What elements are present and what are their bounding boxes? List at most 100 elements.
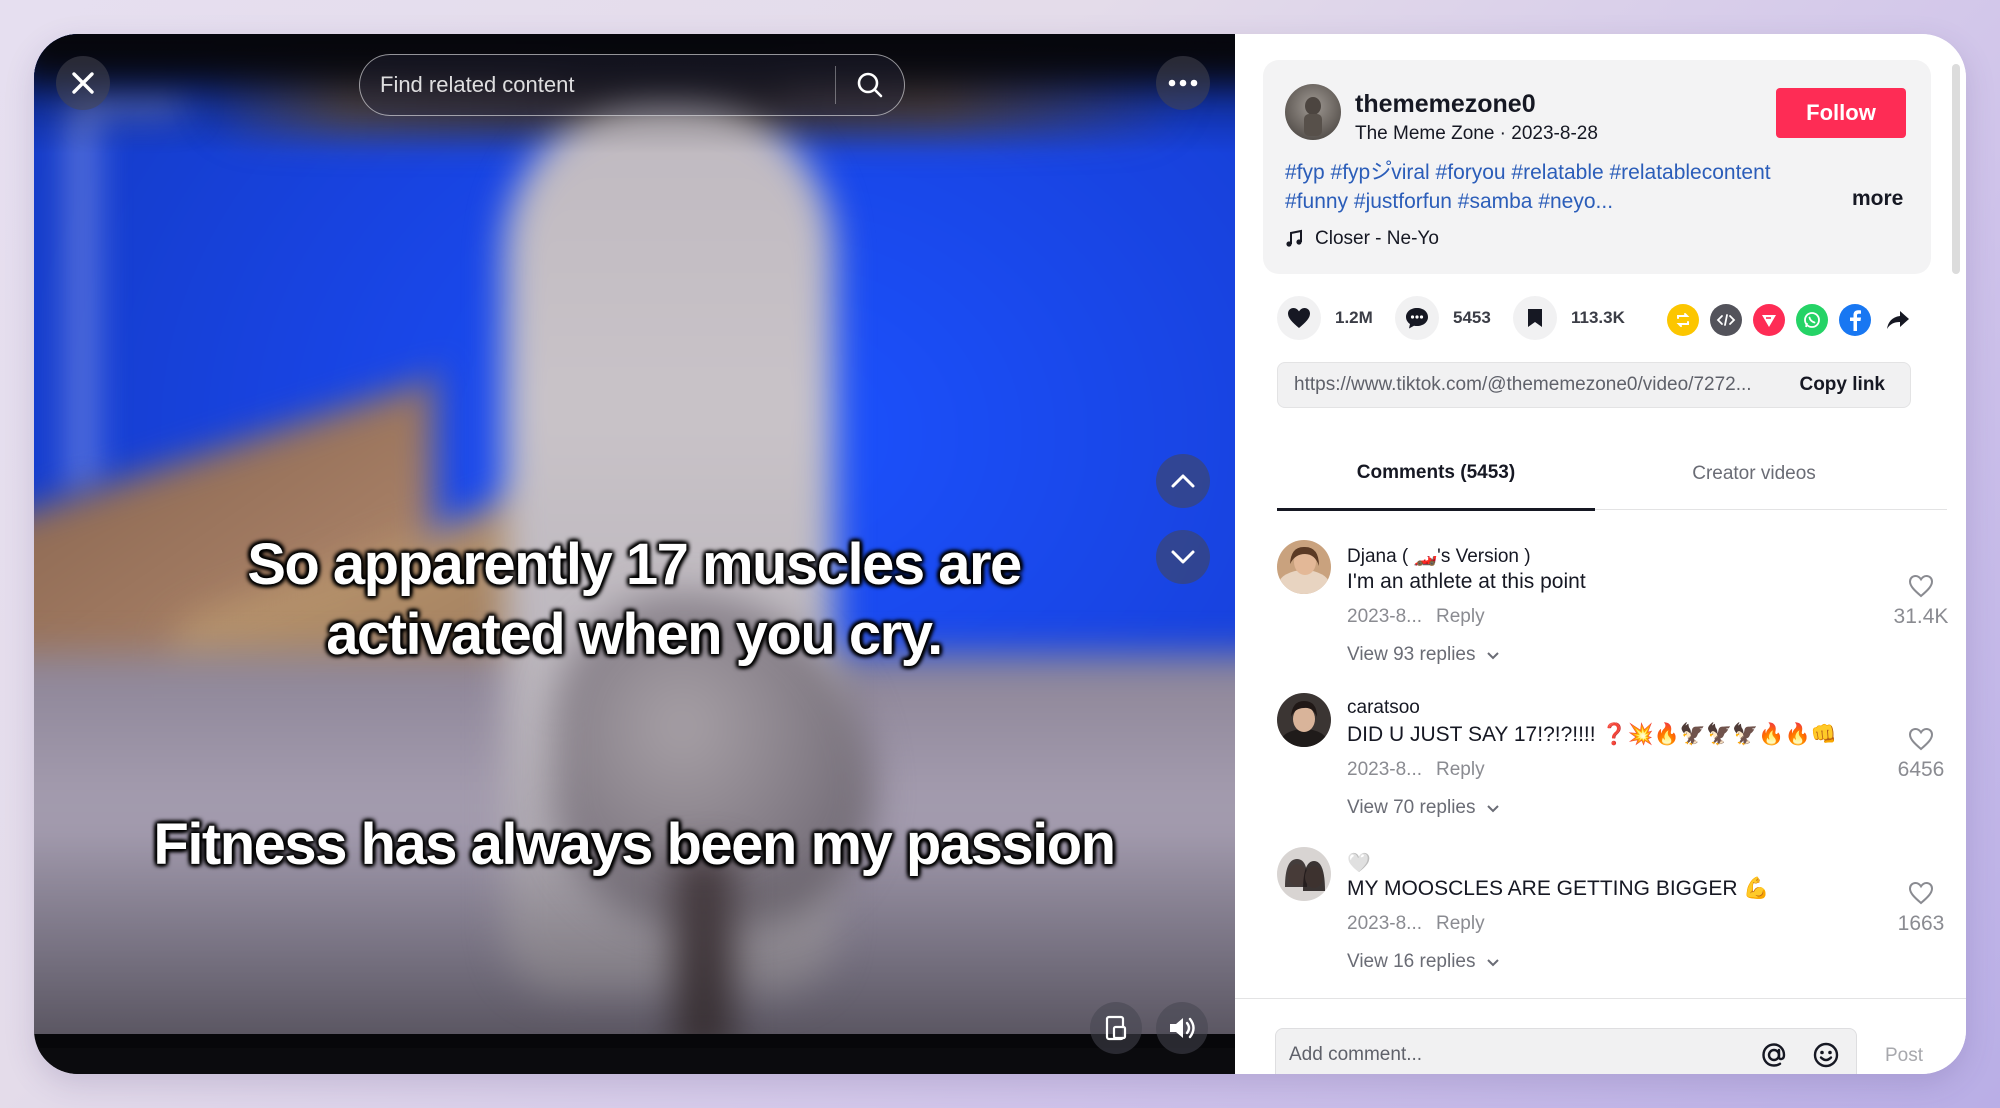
commenter-avatar[interactable]: [1277, 693, 1331, 747]
emoji-button[interactable]: [1804, 1033, 1848, 1074]
link-bar: https://www.tiktok.com/@thememezone0/vid…: [1277, 362, 1911, 408]
comment-meta: 2023-8... Reply: [1347, 913, 1485, 935]
like-button[interactable]: 1.2M: [1277, 296, 1373, 340]
comment-date: 2023-8...: [1347, 606, 1422, 627]
video-caption-1: So apparently 17 muscles are activated w…: [247, 532, 1022, 667]
close-button[interactable]: [56, 56, 110, 110]
at-sign-icon: [1762, 1043, 1786, 1067]
comment-list[interactable]: Djana ( 🏎️'s Version ) I'm an athlete at…: [1235, 510, 1966, 998]
mention-button[interactable]: [1752, 1033, 1796, 1074]
volume-button[interactable]: [1156, 1002, 1208, 1054]
comment-like-button[interactable]: 31.4K: [1881, 574, 1961, 629]
heart-icon: [1288, 308, 1310, 328]
comment-text: MY MOOSCLES ARE GETTING BIGGER 💪: [1347, 877, 1770, 900]
comment-date: 2023-8...: [1347, 913, 1422, 934]
ellipsis-icon: [1168, 79, 1198, 87]
close-icon: [72, 72, 94, 94]
app-window: So apparently 17 muscles are activated w…: [34, 34, 1966, 1074]
search-button[interactable]: [836, 55, 904, 115]
floating-player-icon: [1105, 1015, 1127, 1041]
comment-text: I'm an athlete at this point: [1347, 570, 1586, 593]
video-url[interactable]: https://www.tiktok.com/@thememezone0/vid…: [1278, 374, 1787, 396]
emoji-icon: [1813, 1042, 1839, 1068]
save-button[interactable]: 113.3K: [1513, 296, 1625, 340]
comment-like-button[interactable]: 1663: [1881, 881, 1961, 936]
commenter-name[interactable]: caratsoo: [1347, 697, 1420, 719]
volume-icon: [1170, 1017, 1195, 1039]
view-replies-button[interactable]: View 70 replies: [1347, 797, 1500, 819]
share-arrow-icon[interactable]: [1882, 304, 1914, 336]
embed-icon[interactable]: [1710, 304, 1742, 336]
hashtags-line-2[interactable]: #funny #justforfun #samba #neyo...: [1285, 187, 1845, 216]
comment-item: Djana ( 🏎️'s Version ) I'm an athlete at…: [1277, 510, 1948, 665]
comment-date: 2023-8...: [1347, 759, 1422, 780]
chevron-down-icon: [1486, 804, 1499, 812]
comment-meta: 2023-8... Reply: [1347, 759, 1485, 781]
search-bar: [359, 54, 905, 116]
tab-creator-videos[interactable]: Creator videos: [1595, 438, 1913, 510]
comment-text: DID U JUST SAY 17!?!?!!!! ❓💥🔥🦅🦅🦅🔥🔥👊: [1347, 723, 1837, 746]
more-options-button[interactable]: [1156, 56, 1210, 110]
heart-outline-icon: [1908, 574, 1934, 598]
music-title: Closer - Ne-Yo: [1315, 228, 1439, 249]
previous-video-button[interactable]: [1156, 454, 1210, 508]
hashtags-line-1[interactable]: #fyp #fypシ゚viral #foryou #relatable #rel…: [1285, 158, 1845, 187]
save-count: 113.3K: [1571, 308, 1625, 327]
follow-button[interactable]: Follow: [1776, 88, 1906, 138]
heart-outline-icon: [1908, 881, 1934, 905]
comment-like-count: 6456: [1897, 758, 1945, 781]
video-player[interactable]: So apparently 17 muscles are activated w…: [34, 34, 1235, 1074]
repost-icon[interactable]: [1667, 304, 1699, 336]
chevron-down-icon: [1486, 958, 1499, 966]
floating-player-button[interactable]: [1090, 1002, 1142, 1054]
music-link[interactable]: Closer - Ne-Yo: [1285, 228, 1439, 250]
more-link[interactable]: more: [1852, 187, 1903, 211]
chevron-up-icon: [1171, 474, 1195, 488]
like-count: 1.2M: [1335, 308, 1373, 327]
view-replies-label: View 16 replies: [1347, 951, 1476, 972]
chevron-down-icon: [1171, 550, 1195, 564]
video-caption-2: Fitness has always been my passion: [153, 812, 1116, 877]
comment-count: 5453: [1453, 308, 1491, 327]
progress-bar[interactable]: [34, 1048, 1235, 1074]
commenter-avatar[interactable]: [1277, 847, 1331, 901]
comment-item: 🤍 MY MOOSCLES ARE GETTING BIGGER 💪 2023-…: [1277, 817, 1944, 972]
reply-button[interactable]: Reply: [1436, 913, 1485, 934]
search-input[interactable]: [360, 55, 835, 115]
chevron-down-icon: [1486, 651, 1499, 659]
reply-button[interactable]: Reply: [1436, 606, 1485, 627]
post-info-card: thememezone0 The Meme Zone · 2023-8-28 F…: [1263, 60, 1931, 274]
comment-button[interactable]: 5453: [1395, 296, 1491, 340]
comment-item: caratsoo DID U JUST SAY 17!?!?!!!! ❓💥🔥🦅🦅…: [1277, 663, 1944, 818]
copy-link-button[interactable]: Copy link: [1787, 374, 1910, 396]
search-icon: [857, 72, 883, 98]
commenter-name[interactable]: Djana ( 🏎️'s Version ): [1347, 544, 1531, 568]
send-icon[interactable]: [1753, 304, 1785, 336]
comment-like-button[interactable]: 6456: [1881, 727, 1961, 782]
next-video-button[interactable]: [1156, 530, 1210, 584]
whatsapp-icon[interactable]: [1796, 304, 1828, 336]
tab-comments[interactable]: Comments (5453): [1277, 438, 1595, 511]
reply-button[interactable]: Reply: [1436, 759, 1485, 780]
heart-outline-icon: [1908, 727, 1934, 751]
scrollbar[interactable]: [1952, 64, 1960, 274]
post-button[interactable]: Post: [1885, 1045, 1923, 1067]
author-subtitle: The Meme Zone · 2023-8-28: [1355, 123, 1598, 144]
music-note-icon: [1286, 229, 1302, 247]
view-replies-label: View 70 replies: [1347, 797, 1476, 818]
author-name[interactable]: thememezone0: [1355, 90, 1536, 119]
bookmark-icon: [1528, 309, 1542, 327]
tab-bar: Comments (5453) Creator videos: [1277, 438, 1947, 511]
comment-footer: Post: [1235, 998, 1966, 1074]
comment-box: [1275, 1028, 1857, 1074]
comment-input[interactable]: [1276, 1029, 1752, 1074]
video-frame[interactable]: So apparently 17 muscles are activated w…: [34, 34, 1235, 1034]
view-replies-button[interactable]: View 16 replies: [1347, 951, 1500, 973]
author-avatar[interactable]: [1285, 84, 1341, 140]
hashtags: #fyp #fypシ゚viral #foryou #relatable #rel…: [1285, 158, 1845, 216]
comment-like-count: 1663: [1897, 912, 1945, 935]
commenter-avatar[interactable]: [1277, 540, 1331, 594]
comment-icon: [1406, 308, 1428, 329]
commenter-name[interactable]: 🤍: [1347, 851, 1371, 875]
facebook-icon[interactable]: [1839, 304, 1871, 336]
